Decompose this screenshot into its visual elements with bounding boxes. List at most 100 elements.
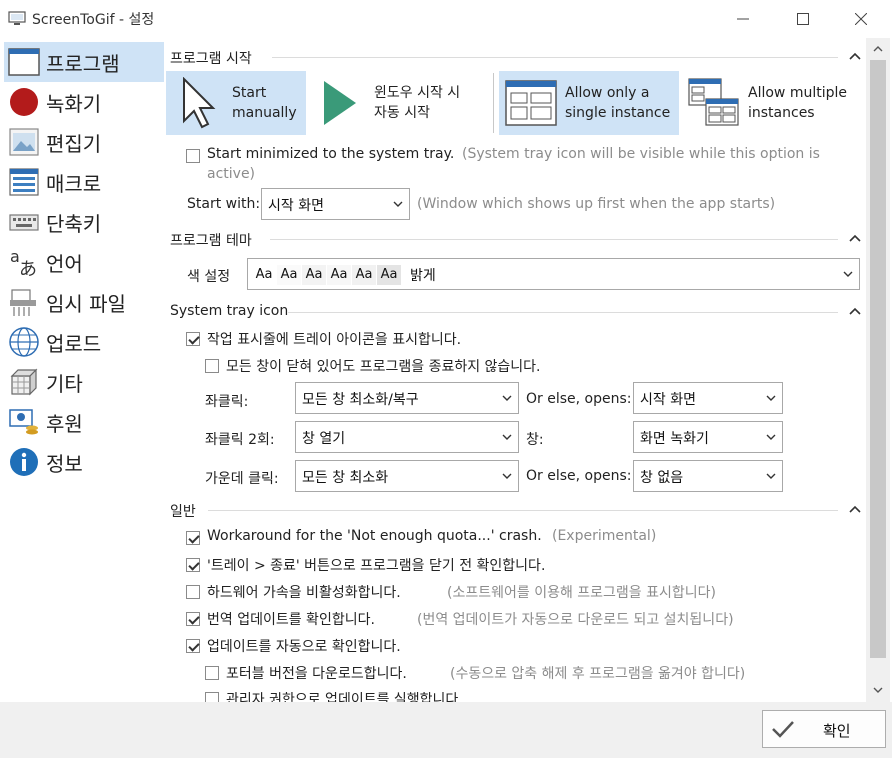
sidebar-item-extras[interactable]: 기타 — [4, 362, 164, 402]
color-setting-label: 색 설정 — [187, 269, 231, 285]
check-translation-updates-checkbox[interactable] — [186, 612, 200, 626]
collapse-icon[interactable] — [848, 233, 862, 243]
collapse-icon[interactable] — [848, 306, 862, 316]
option-label: 업데이트를 자동으로 확인합니다. — [207, 639, 401, 655]
record-icon — [10, 88, 38, 116]
middle-click-dropdown[interactable]: 모든 창 최소화 — [295, 460, 519, 492]
single-window-icon — [505, 80, 557, 126]
mode-label: 윈도우 시작 시 자동 시작 — [374, 85, 461, 121]
scroll-up-button[interactable] — [866, 38, 890, 58]
sidebar-item-recorder[interactable]: 녹화기 — [4, 82, 164, 122]
sidebar-item-label: 프로그램 — [46, 52, 120, 76]
chevron-down-icon — [393, 201, 403, 207]
play-icon — [324, 81, 356, 125]
chevron-down-icon — [873, 687, 883, 693]
keep-running-checkbox[interactable] — [205, 359, 219, 373]
option-label: 하드웨어 가속을 비활성화합니다. — [207, 585, 401, 601]
mode-label: Allow only a single instance — [565, 85, 671, 121]
divider — [288, 312, 838, 313]
vertical-scrollbar[interactable] — [866, 38, 890, 702]
option-hint: (번역 업데이트가 자동으로 다운로드 되고 설치됩니다) — [417, 612, 734, 628]
section-header-startup: 프로그램 시작 — [170, 51, 252, 67]
checkmark-icon — [772, 721, 794, 738]
ok-button-label: 확인 — [823, 722, 851, 740]
theme-swatch: Aa — [277, 265, 301, 285]
confirm-tray-exit-checkbox[interactable] — [186, 558, 200, 572]
sidebar: 프로그램 녹화기 편집기 매크로 단축키 a あ 언어 임시 파일 업로드 기타… — [0, 38, 166, 702]
sidebar-item-label: 정보 — [46, 452, 83, 476]
start-with-dropdown[interactable]: 시작 화면 — [261, 188, 410, 220]
sidebar-item-editor[interactable]: 편집기 — [4, 122, 164, 162]
extras-icon — [10, 368, 38, 396]
close-button[interactable] — [838, 0, 884, 38]
show-tray-icon-label: 작업 표시줄에 트레이 아이콘을 표시합니다. — [207, 332, 462, 348]
app-icon — [8, 11, 26, 25]
theme-swatch: Aa — [302, 265, 326, 285]
sidebar-item-temp-files[interactable]: 임시 파일 — [4, 282, 164, 322]
window-icon — [8, 48, 40, 76]
minimize-icon — [737, 18, 749, 20]
download-portable-checkbox[interactable] — [205, 666, 219, 680]
footer-bar: 확인 — [0, 702, 892, 758]
settings-content: 프로그램 시작 Start manually 윈도우 시작 시 자동 시작 Al… — [166, 38, 866, 702]
start-manually-button[interactable]: Start manually — [166, 71, 306, 135]
middle-click-window-dropdown[interactable]: 창 없음 — [633, 460, 783, 492]
quota-workaround-checkbox[interactable] — [186, 531, 200, 545]
scroll-down-button[interactable] — [866, 680, 890, 700]
mode-label: Start manually — [232, 85, 297, 121]
auto-check-updates-checkbox[interactable] — [186, 639, 200, 653]
scrollbar-thumb[interactable] — [870, 60, 886, 658]
start-minimized-hint: (System tray icon will be visible while … — [462, 146, 820, 162]
sidebar-item-label: 편집기 — [46, 132, 102, 156]
theme-dropdown[interactable]: Aa Aa Aa Aa Aa Aa 밝게 — [247, 258, 860, 290]
left-click-dropdown[interactable]: 모든 창 최소화/복구 — [295, 382, 519, 414]
sidebar-item-upload[interactable]: 업로드 — [4, 322, 164, 362]
single-instance-button[interactable]: Allow only a single instance — [499, 71, 679, 135]
divider — [272, 57, 838, 58]
sidebar-item-shortcuts[interactable]: 단축키 — [4, 202, 164, 242]
start-minimized-hint-cont: active) — [207, 166, 256, 182]
dropdown-value: 창 없음 — [640, 470, 684, 486]
dropdown-value: 모든 창 최소화 — [302, 470, 389, 486]
close-icon — [855, 13, 867, 25]
collapse-icon[interactable] — [848, 51, 862, 61]
collapse-icon[interactable] — [848, 504, 862, 514]
sidebar-item-label: 매크로 — [46, 172, 102, 196]
sidebar-item-about[interactable]: 정보 — [4, 442, 164, 482]
start-with-windows-button[interactable]: 윈도우 시작 시 자동 시작 — [316, 71, 486, 135]
keyboard-icon — [9, 214, 39, 231]
sidebar-item-label: 언어 — [46, 252, 83, 276]
sidebar-item-program[interactable]: 프로그램 — [4, 42, 164, 82]
maximize-button[interactable] — [780, 0, 826, 38]
dropdown-value: 시작 화면 — [268, 198, 324, 214]
chevron-down-icon — [502, 395, 512, 401]
chevron-down-icon — [843, 271, 853, 277]
dropdown-value: 밝게 — [410, 268, 436, 284]
ok-button[interactable]: 확인 — [762, 710, 886, 748]
dropdown-value: 모든 창 최소화/복구 — [302, 392, 419, 408]
globe-icon — [9, 327, 39, 357]
run-update-as-admin-checkbox[interactable] — [205, 692, 219, 702]
minimize-button[interactable] — [720, 0, 766, 38]
section-header-tray: System tray icon — [170, 303, 289, 319]
sidebar-item-donate[interactable]: 후원 — [4, 402, 164, 442]
show-tray-icon-checkbox[interactable] — [186, 332, 200, 346]
double-click-dropdown[interactable]: 창 열기 — [295, 421, 519, 453]
mode-label: Allow multiple instances — [748, 85, 847, 121]
image-editor-icon — [9, 128, 39, 156]
or-else-label: Or else, opens: — [526, 468, 632, 484]
window-label: 창: — [526, 432, 544, 448]
multiple-instances-button[interactable]: Allow multiple instances — [682, 71, 862, 135]
double-click-window-dropdown[interactable]: 화면 녹화기 — [633, 421, 783, 453]
left-click-window-dropdown[interactable]: 시작 화면 — [633, 382, 783, 414]
sidebar-item-label: 후원 — [46, 412, 83, 436]
sidebar-item-label: 업로드 — [46, 332, 102, 356]
title-bar: ScreenToGif - 설정 — [0, 0, 892, 38]
start-with-label: Start with: — [187, 196, 261, 212]
disable-hw-accel-checkbox[interactable] — [186, 585, 200, 599]
start-minimized-checkbox[interactable] — [186, 149, 200, 163]
divider — [270, 239, 838, 240]
or-else-label: Or else, opens: — [526, 391, 632, 407]
sidebar-item-language[interactable]: a あ 언어 — [4, 242, 164, 282]
sidebar-item-macro[interactable]: 매크로 — [4, 162, 164, 202]
